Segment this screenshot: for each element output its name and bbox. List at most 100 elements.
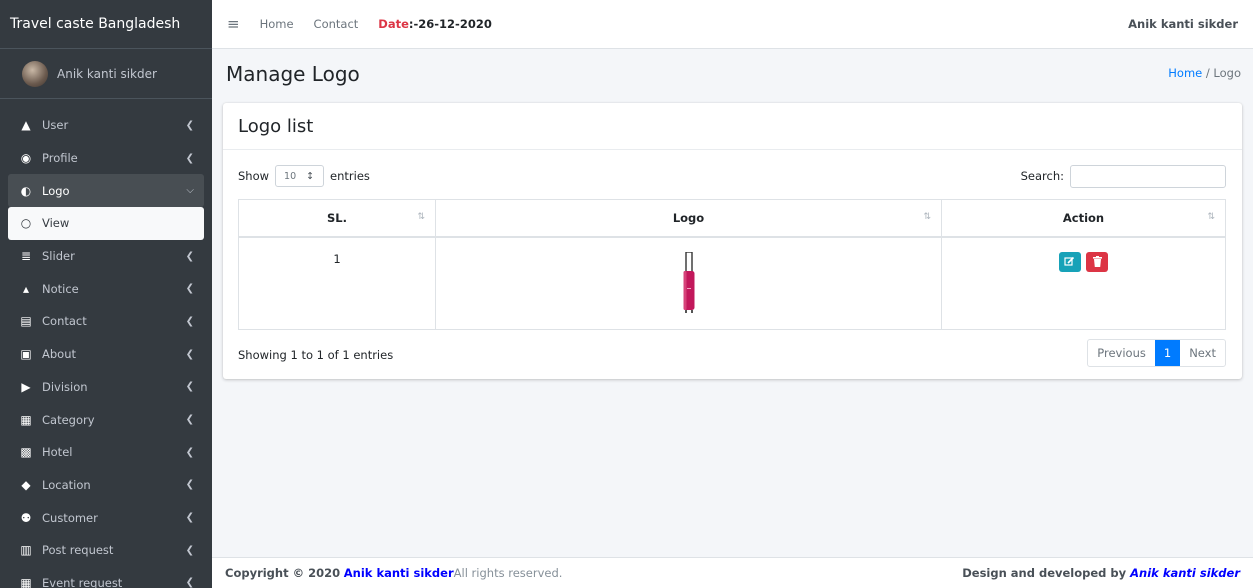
- sidebar-subitem-view[interactable]: ○ View: [8, 207, 204, 240]
- profile-icon: ◉: [20, 151, 32, 166]
- nav-link-contact[interactable]: Contact: [314, 17, 359, 31]
- sidebar: Travel caste Bangladesh Anik kanti sikde…: [0, 0, 212, 588]
- sidebar-item-event-request[interactable]: ▦ Event request ❮: [8, 567, 204, 588]
- user-panel[interactable]: Anik kanti sikder: [0, 49, 212, 99]
- designer-link[interactable]: Anik kanti sikder: [1130, 566, 1240, 580]
- sidebar-item-slider[interactable]: ≣ Slider ❮: [8, 240, 204, 273]
- sidebar-item-label: Notice: [42, 281, 79, 296]
- cell-logo: [435, 236, 942, 330]
- sidebar-item-label: Customer: [42, 510, 98, 525]
- table-row: 1: [238, 236, 1226, 330]
- sidebar-item-user[interactable]: ▲ User ❮: [8, 109, 204, 142]
- sidebar-item-label: Logo: [42, 183, 70, 198]
- top-navbar: ≡ Home Contact Date:-26-12-2020 Anik kan…: [212, 0, 1253, 49]
- sidebar-item-label: Division: [42, 379, 88, 394]
- sidebar-item-label: About: [42, 347, 77, 362]
- sidebar-item-category[interactable]: ▦ Category ❮: [8, 403, 204, 436]
- chevron-left-icon: ❮: [185, 577, 194, 588]
- users-icon: ⚉: [20, 510, 32, 525]
- edit-button[interactable]: [1058, 251, 1081, 272]
- search-label: Search:: [1020, 169, 1064, 183]
- chevron-left-icon: ❮: [185, 283, 194, 295]
- sidebar-item-label: Profile: [42, 151, 78, 166]
- avatar: [22, 60, 48, 87]
- sort-icon[interactable]: ⇅: [417, 212, 425, 222]
- chevron-left-icon: ❮: [185, 544, 194, 556]
- list-box-icon: ▦: [20, 412, 32, 427]
- sidebar-item-customer[interactable]: ⚉ Customer ❮: [8, 501, 204, 534]
- sidebar-nav: ▲ User ❮ ◉ Profile ❮ ◐ Logo ⌵ ○ View ≣ S…: [0, 99, 212, 588]
- entries-label: entries: [330, 169, 370, 183]
- date-label: Date:-26-12-2020: [378, 17, 492, 31]
- sidebar-item-about[interactable]: ▣ About ❮: [8, 338, 204, 371]
- sidebar-item-post-request[interactable]: ▥ Post request ❮: [8, 534, 204, 567]
- sidebar-item-hotel[interactable]: ▩ Hotel ❮: [8, 436, 204, 469]
- bell-icon: ▴: [22, 281, 30, 296]
- sidebar-item-location[interactable]: ◆ Location ❮: [8, 469, 204, 502]
- sidebar-item-logo[interactable]: ◐ Logo ⌵: [8, 174, 204, 208]
- column-header-logo[interactable]: Logo ⇅: [435, 199, 942, 238]
- pagination-next[interactable]: Next: [1180, 340, 1225, 366]
- table-header-row: SL. ⇅ Logo ⇅ Action ⇅: [238, 199, 1226, 238]
- page-footer: Copyright © 2020 Anik kanti sikder All r…: [212, 557, 1253, 588]
- sidebar-item-label: Slider: [42, 249, 75, 264]
- show-label: Show: [238, 169, 270, 183]
- sliders-icon: ≣: [20, 249, 32, 264]
- sidebar-item-profile[interactable]: ◉ Profile ❮: [8, 142, 204, 175]
- chevron-left-icon: ❮: [185, 315, 194, 327]
- sidebar-item-label: User: [42, 118, 69, 133]
- chevron-left-icon: ❮: [185, 381, 194, 393]
- sort-icon[interactable]: ⇅: [1207, 212, 1215, 222]
- chevron-left-icon: ❮: [185, 414, 194, 426]
- sidebar-item-label: Category: [42, 412, 95, 427]
- chevron-left-icon: ❮: [185, 479, 194, 491]
- nav-link-home[interactable]: Home: [260, 17, 294, 31]
- column-header-label: SL.: [327, 210, 347, 225]
- footer-author-link[interactable]: Anik kanti sikder: [344, 566, 454, 580]
- sidebar-item-label: View: [42, 216, 70, 231]
- suitcase-image: [683, 251, 694, 313]
- breadcrumb-current: Logo: [1213, 66, 1241, 80]
- entries-select[interactable]: 10 ↕: [275, 165, 325, 187]
- breadcrumb: Home / Logo: [1168, 66, 1241, 80]
- building-icon: ▥: [20, 543, 32, 558]
- logo-icon: ◐: [20, 183, 32, 198]
- top-user-name[interactable]: Anik kanti sikder: [1128, 17, 1238, 31]
- chevron-down-icon: ⌵: [186, 185, 194, 197]
- entries-select-value: 10: [284, 170, 297, 182]
- column-header-action[interactable]: Action ⇅: [941, 199, 1226, 238]
- sort-icon[interactable]: ⇅: [923, 212, 931, 222]
- pagination-previous[interactable]: Previous: [1088, 340, 1155, 366]
- select-arrows-icon: ↕: [306, 170, 315, 182]
- chevron-left-icon: ❮: [185, 152, 194, 164]
- brand-link[interactable]: Travel caste Bangladesh: [0, 0, 212, 49]
- sidebar-item-label: Hotel: [42, 445, 73, 460]
- cell-action: [941, 236, 1226, 330]
- sidebar-item-notice[interactable]: ▴ Notice ❮: [8, 272, 204, 305]
- sidebar-item-contact[interactable]: ▤ Contact ❮: [8, 305, 204, 338]
- contact-card-icon: ▤: [20, 314, 32, 329]
- hamburger-icon[interactable]: ≡: [227, 15, 240, 33]
- page-title: Manage Logo: [226, 62, 360, 86]
- copyright-text: Copyright © 2020: [225, 566, 341, 580]
- user-icon: ▲: [21, 118, 31, 133]
- sidebar-user-name: Anik kanti sikder: [57, 66, 157, 81]
- edit-icon: [1064, 256, 1075, 266]
- map-marker-icon: ◆: [21, 477, 31, 492]
- search-input[interactable]: [1070, 164, 1226, 188]
- design-credit: Design and developed by Anik kanti sikde…: [962, 566, 1240, 580]
- column-header-sl[interactable]: SL. ⇅: [238, 199, 436, 238]
- sidebar-item-label: Contact: [42, 314, 87, 329]
- delete-button[interactable]: [1086, 251, 1109, 272]
- flag-icon: ▶: [21, 379, 31, 394]
- search-wrap: Search:: [1020, 164, 1226, 188]
- design-prefix: Design and developed by: [962, 566, 1131, 580]
- brand-text: Travel caste Bangladesh: [10, 16, 181, 32]
- chevron-left-icon: ❮: [185, 119, 194, 131]
- breadcrumb-home-link[interactable]: Home: [1168, 66, 1202, 80]
- hotel-icon: ▩: [20, 445, 32, 460]
- chevron-left-icon: ❮: [185, 512, 194, 524]
- pagination-page-1[interactable]: 1: [1154, 340, 1181, 366]
- rights-text: All rights reserved.: [453, 566, 563, 580]
- sidebar-item-division[interactable]: ▶ Division ❮: [8, 371, 204, 404]
